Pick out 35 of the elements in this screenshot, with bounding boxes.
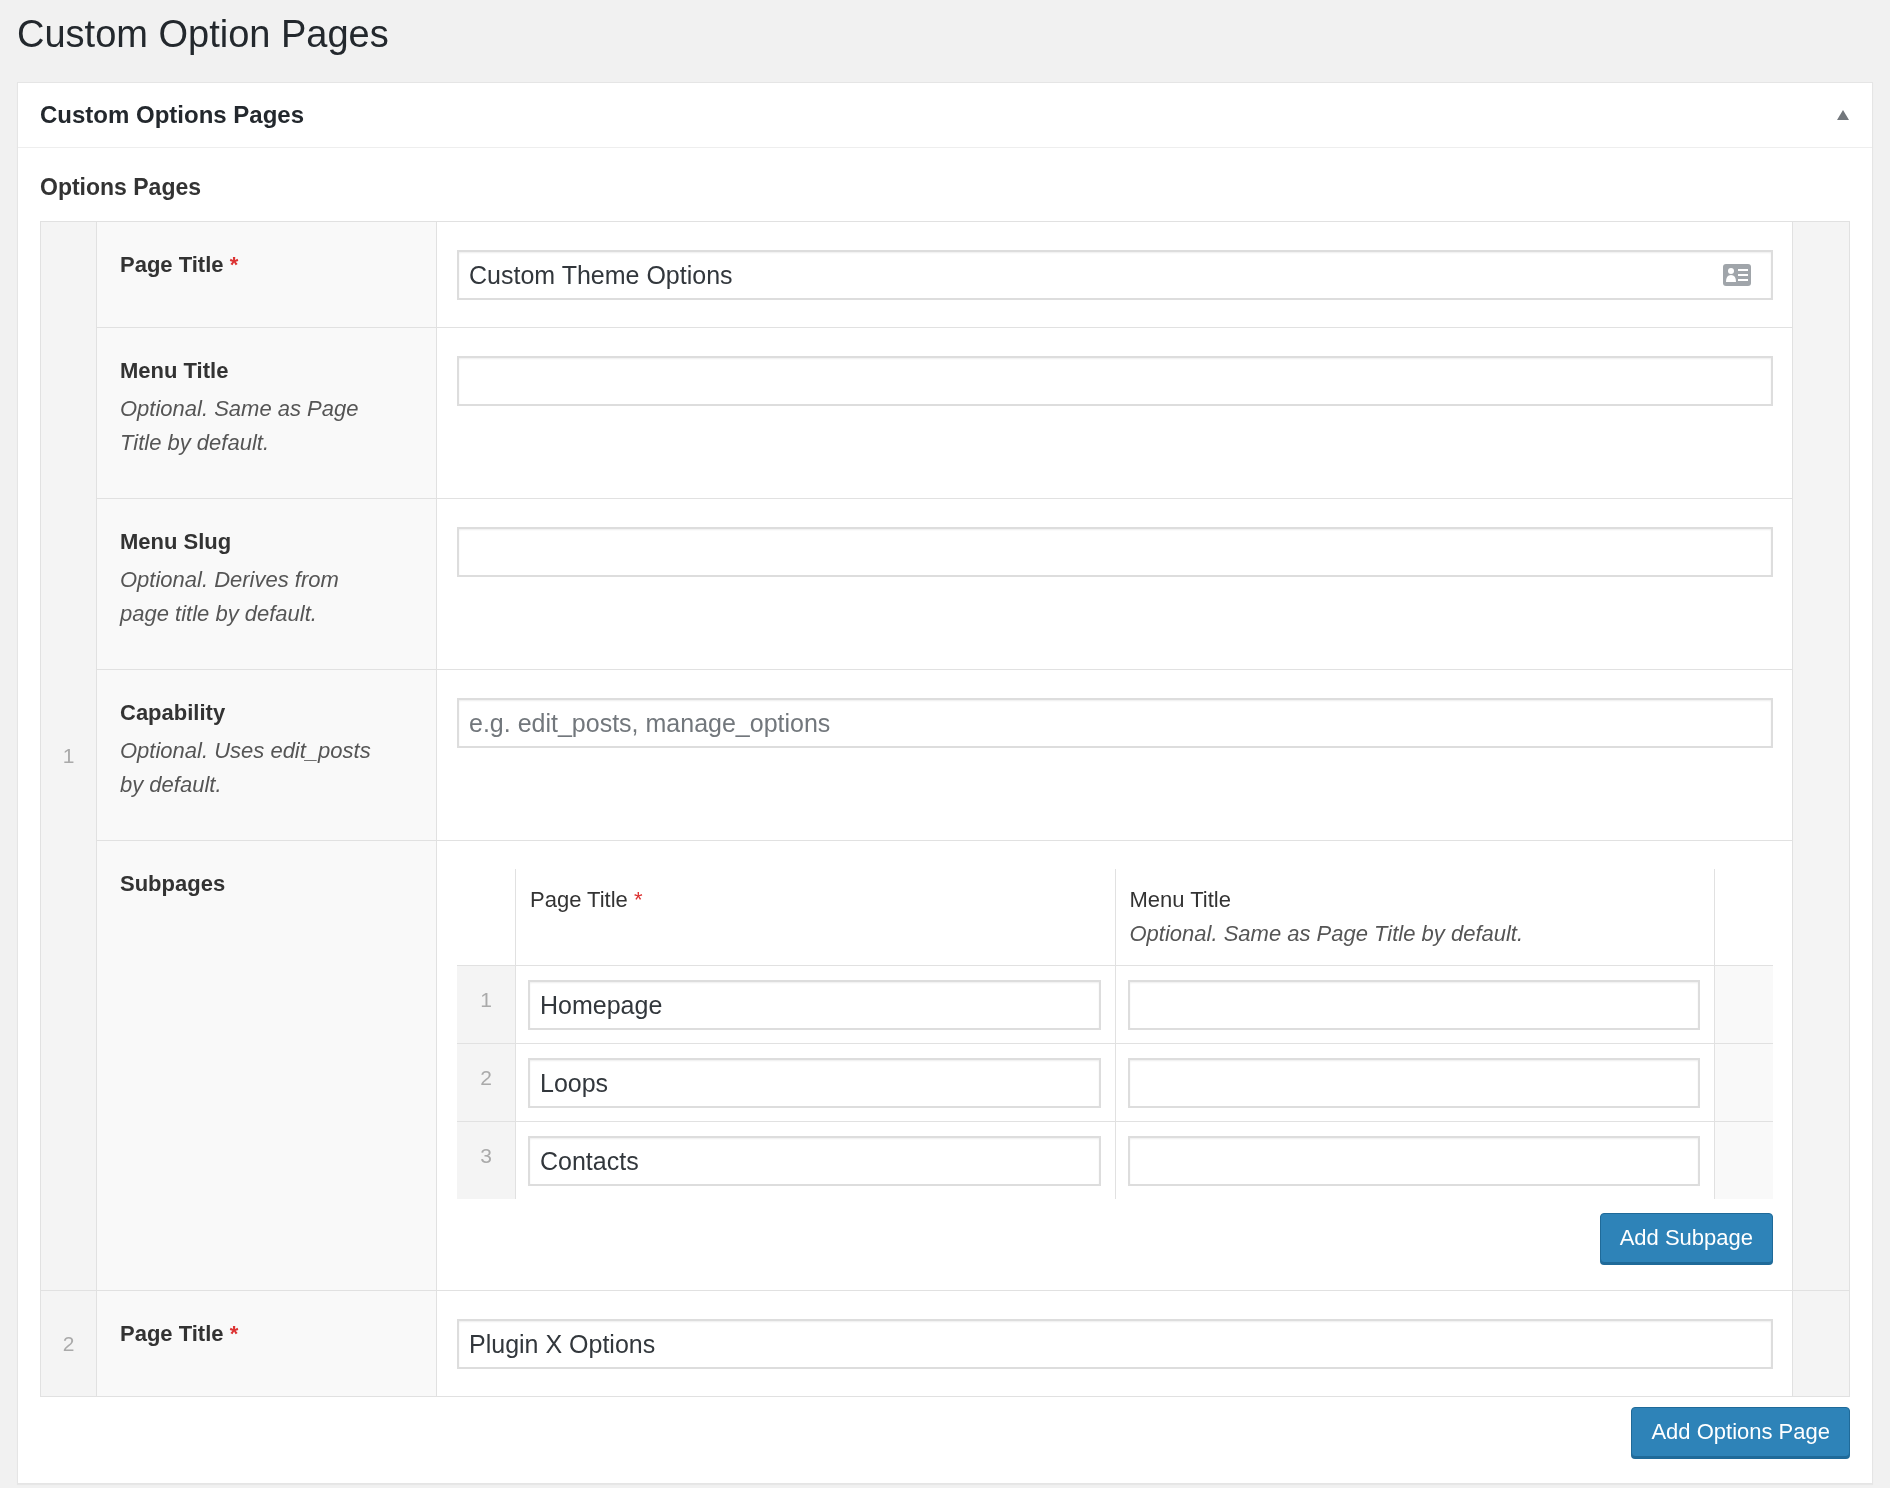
text-field[interactable]: e.g. edit_posts, manage_options bbox=[457, 698, 1773, 748]
text-field[interactable]: Plugin X Options bbox=[457, 1319, 1773, 1369]
column-description: Optional. Same as Page Title by default. bbox=[1129, 920, 1525, 948]
field-label: Capability bbox=[120, 700, 226, 725]
column-header: Menu Title bbox=[1129, 887, 1231, 912]
field-label: Subpages bbox=[120, 871, 226, 896]
text-field[interactable] bbox=[1127, 1136, 1700, 1186]
text-field[interactable] bbox=[1127, 980, 1700, 1030]
text-field[interactable] bbox=[1127, 1058, 1700, 1108]
row-number: 3 bbox=[480, 1143, 492, 1168]
field-label: Menu Slug bbox=[120, 529, 232, 554]
text-field[interactable]: Contacts bbox=[528, 1136, 1101, 1186]
text-field[interactable] bbox=[457, 527, 1773, 577]
field-description: Optional. Same as Page Title by default. bbox=[120, 395, 360, 457]
field-description: Optional. Uses edit_posts by default. bbox=[120, 737, 372, 799]
add-subpage-button[interactable]: Add Subpage bbox=[1599, 1213, 1773, 1263]
row-number: 1 bbox=[480, 987, 492, 1012]
row-number: 1 bbox=[62, 744, 75, 768]
column-header: Page Title * bbox=[530, 887, 643, 912]
panel-title: Custom Options Pages bbox=[40, 101, 305, 129]
text-field[interactable]: Custom Theme Options bbox=[457, 250, 1773, 300]
text-field[interactable]: Loops bbox=[528, 1058, 1101, 1108]
row-number: 2 bbox=[480, 1065, 492, 1090]
text-field[interactable] bbox=[457, 356, 1773, 406]
field-label: Page Title * bbox=[120, 1321, 239, 1346]
contact-card-icon[interactable] bbox=[1723, 264, 1751, 286]
field-label: Page Title * bbox=[120, 252, 239, 277]
collapse-icon[interactable] bbox=[1836, 109, 1850, 121]
text-field[interactable]: Homepage bbox=[528, 980, 1101, 1030]
field-label: Options Pages bbox=[40, 174, 202, 201]
page-title: Custom Option Pages bbox=[17, 12, 390, 57]
field-label: Menu Title bbox=[120, 358, 229, 383]
add-options-page-button[interactable]: Add Options Page bbox=[1631, 1407, 1850, 1457]
row-number: 2 bbox=[62, 1331, 75, 1356]
field-description: Optional. Derives from page title by default. bbox=[120, 566, 340, 628]
